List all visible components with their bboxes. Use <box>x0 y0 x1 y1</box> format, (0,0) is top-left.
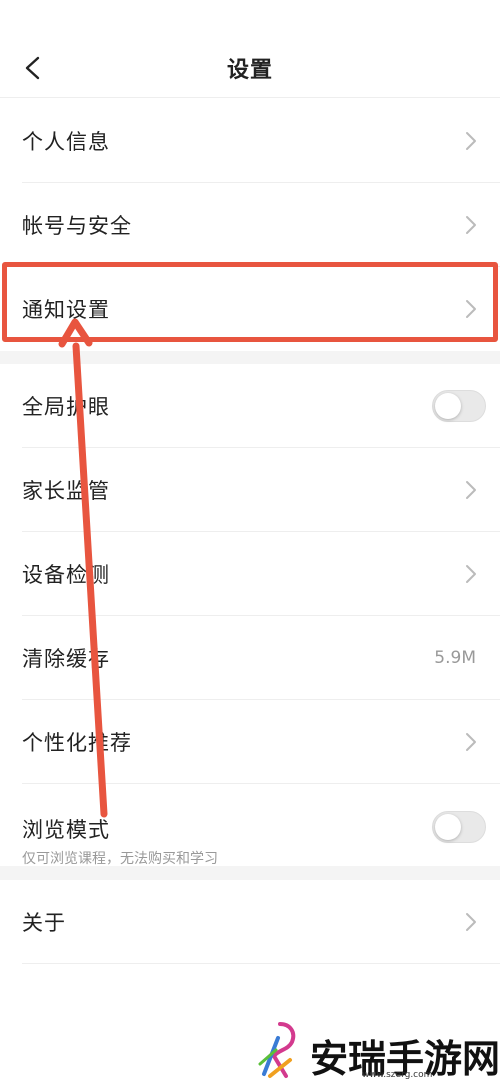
settings-row-label: 设备检测 <box>22 563 110 587</box>
header-bar: 设置 <box>0 0 500 98</box>
settings-row-browse-mode: 浏览模式 仅可浏览课程，无法购买和学习 <box>0 784 500 870</box>
chevron-right-icon <box>464 563 478 585</box>
section-gap <box>0 351 500 364</box>
page-title: 设置 <box>226 58 273 83</box>
settings-row-clear-cache[interactable]: 清除缓存 5.9M <box>0 616 500 700</box>
settings-group-about: 关于 <box>0 880 500 964</box>
section-gap <box>0 866 500 880</box>
chevron-right-icon <box>464 731 478 753</box>
settings-row-label: 关于 <box>22 911 66 935</box>
browse-mode-toggle[interactable] <box>432 811 486 843</box>
chevron-right-icon <box>464 298 478 320</box>
settings-row-personalized-recommendation[interactable]: 个性化推荐 <box>0 700 500 784</box>
settings-row-description: 仅可浏览课程，无法购买和学习 <box>22 851 218 867</box>
settings-group-general: 全局护眼 家长监管 设备检测 清除缓存 5.9M 个性化推荐 浏览模式 仅可浏览… <box>0 364 500 867</box>
settings-row-label: 全局护眼 <box>22 395 110 419</box>
watermark-logo-icon <box>258 1022 296 1078</box>
settings-row-account-security[interactable]: 帐号与安全 <box>0 183 500 267</box>
row-divider <box>22 963 500 964</box>
settings-group-account: 个人信息 帐号与安全 通知设置 <box>0 99 500 351</box>
toggle-knob <box>435 393 461 419</box>
settings-row-eye-protection: 全局护眼 <box>0 364 500 448</box>
cache-size-value: 5.9M <box>434 648 476 668</box>
toggle-knob <box>435 814 461 840</box>
settings-row-parental-control[interactable]: 家长监管 <box>0 448 500 532</box>
settings-row-label: 个性化推荐 <box>22 731 132 755</box>
settings-row-label: 家长监管 <box>22 479 110 503</box>
chevron-right-icon <box>464 130 478 152</box>
settings-row-device-check[interactable]: 设备检测 <box>0 532 500 616</box>
settings-row-label: 帐号与安全 <box>22 214 132 238</box>
site-watermark: 安瑞手游网 www.szerg.com <box>250 1018 500 1083</box>
eye-protection-toggle[interactable] <box>432 390 486 422</box>
chevron-right-icon <box>464 911 478 933</box>
settings-row-notification-settings[interactable]: 通知设置 <box>0 267 500 351</box>
settings-row-about[interactable]: 关于 <box>0 880 500 964</box>
settings-row-personal-info[interactable]: 个人信息 <box>0 99 500 183</box>
settings-row-label: 通知设置 <box>22 298 110 322</box>
watermark-url: www.szerg.com <box>362 1070 433 1080</box>
settings-row-label: 个人信息 <box>22 130 110 154</box>
settings-row-label: 清除缓存 <box>22 647 110 671</box>
chevron-right-icon <box>464 214 478 236</box>
settings-row-label: 浏览模式 <box>22 818 110 842</box>
chevron-right-icon <box>464 479 478 501</box>
